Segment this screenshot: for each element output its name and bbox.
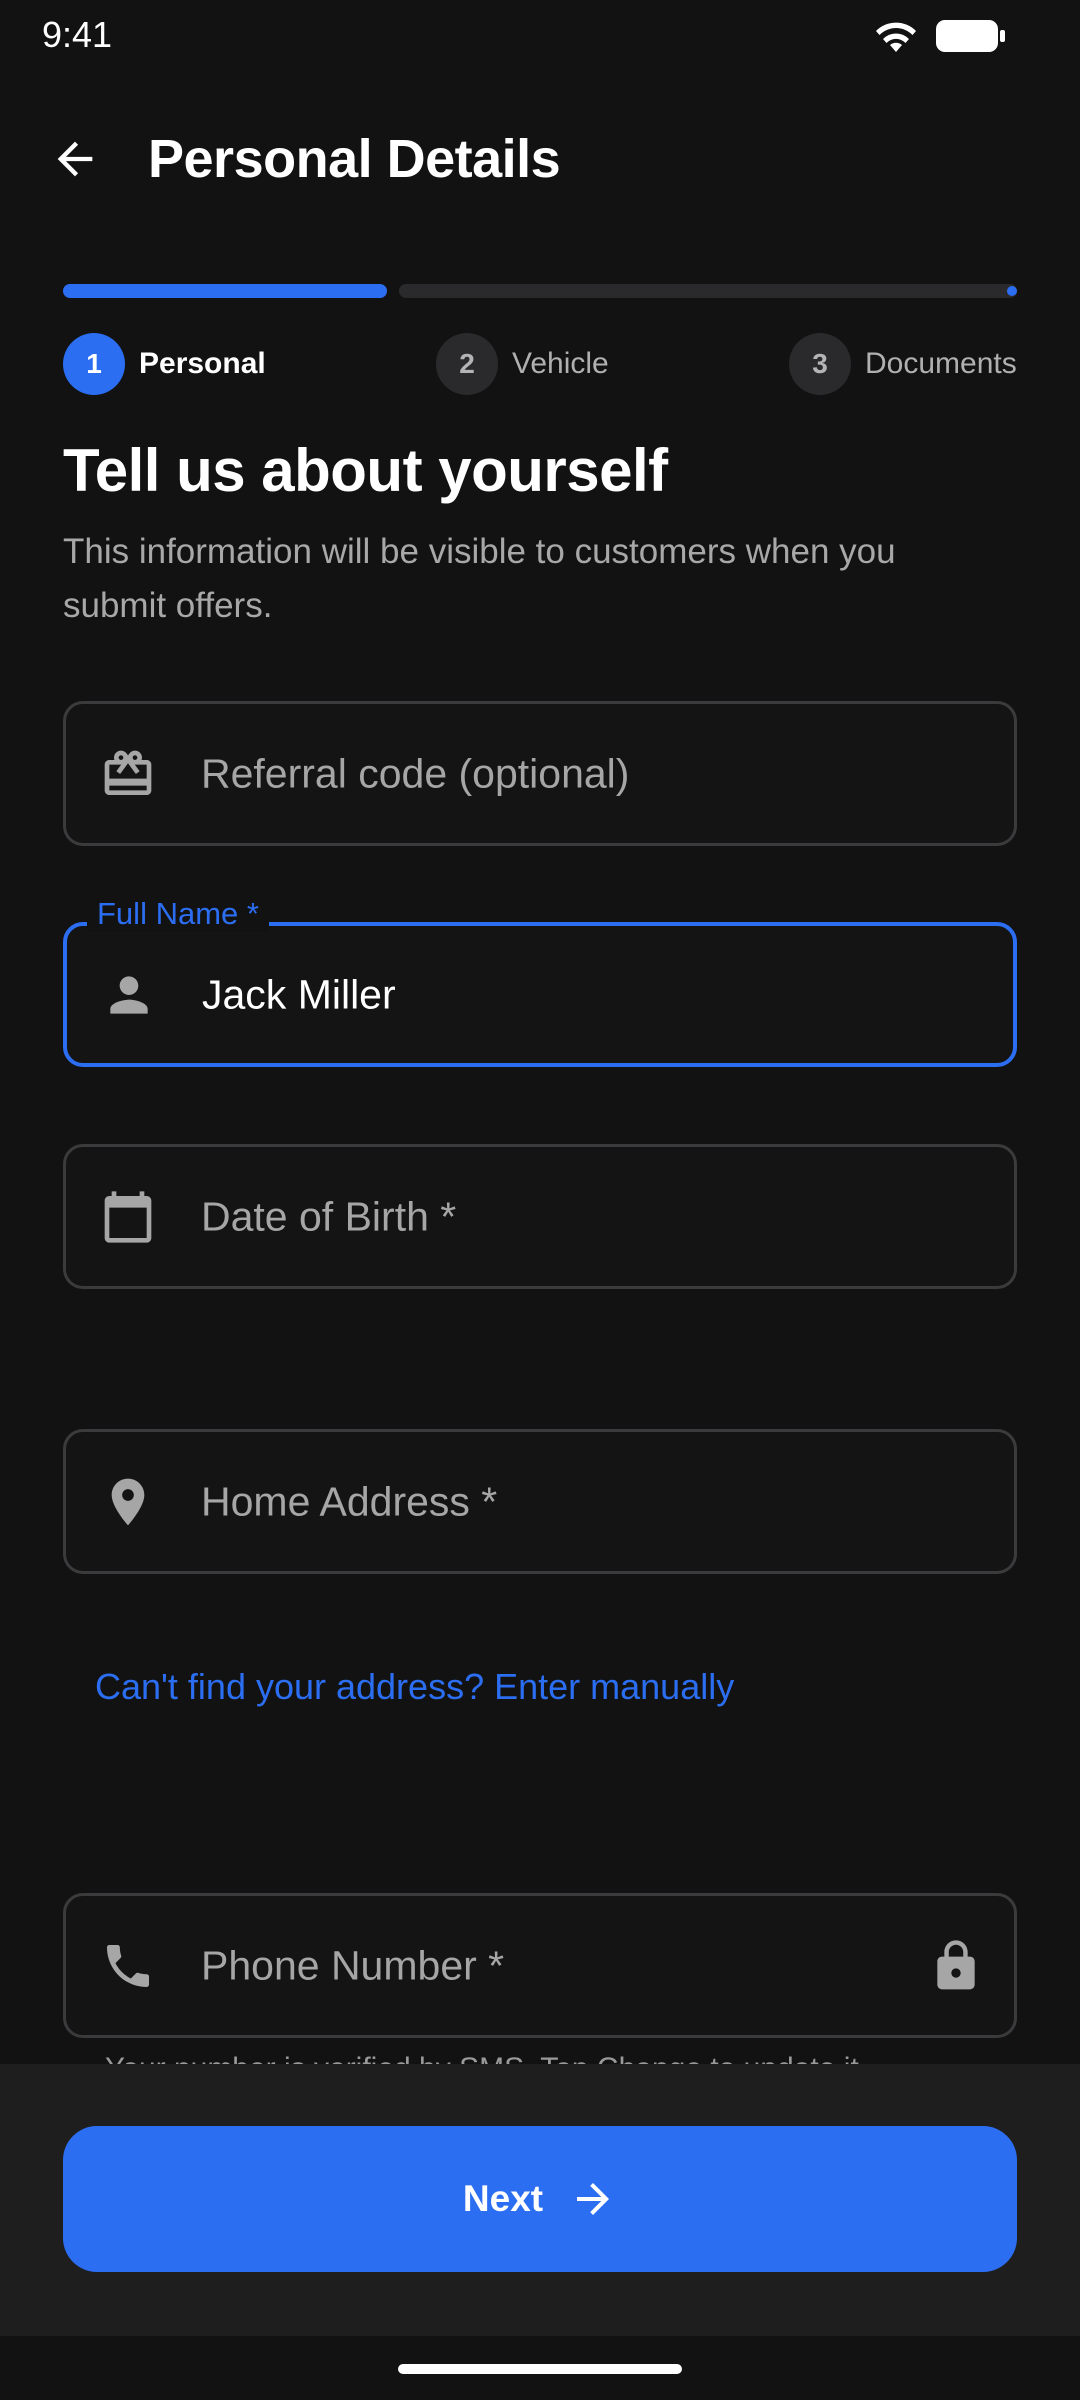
arrow-left-icon bbox=[57, 141, 93, 177]
date-of-birth-field[interactable]: Date of Birth * bbox=[63, 1144, 1017, 1289]
step-number: 2 bbox=[436, 333, 498, 395]
home-address-placeholder: Home Address * bbox=[201, 1478, 498, 1524]
section-description: This information will be visible to cust… bbox=[63, 532, 896, 625]
section-heading: Tell us about yourself bbox=[63, 437, 668, 504]
full-name-input[interactable] bbox=[202, 971, 962, 1018]
progress-fill bbox=[63, 284, 387, 298]
status-time: 9:41 bbox=[42, 14, 113, 55]
progress-end-dot bbox=[1007, 286, 1017, 296]
home-indicator[interactable] bbox=[398, 2364, 682, 2374]
step-documents[interactable]: 3 Documents bbox=[789, 333, 1017, 395]
next-button[interactable]: Next bbox=[63, 2126, 1017, 2272]
date-of-birth-placeholder: Date of Birth * bbox=[201, 1193, 457, 1239]
step-progress-bar bbox=[63, 284, 1017, 298]
phone-icon bbox=[107, 1944, 149, 1987]
step-number: 3 bbox=[789, 333, 851, 395]
status-bar: 9:41 bbox=[0, 0, 1080, 72]
personal-details-screen: 9:41 Personal Details 1 Personal 2 Vehic… bbox=[0, 0, 1080, 2400]
step-number: 1 bbox=[63, 333, 125, 395]
step-label: Vehicle bbox=[512, 347, 609, 380]
lock-icon bbox=[937, 1939, 975, 1989]
person-icon bbox=[110, 975, 148, 1014]
step-label: Documents bbox=[865, 347, 1017, 380]
location-pin-icon bbox=[111, 1478, 145, 1525]
app-bar: Personal Details bbox=[0, 110, 1080, 210]
referral-code-placeholder: Referral code (optional) bbox=[201, 750, 630, 796]
progress-remaining bbox=[399, 284, 1017, 298]
phone-number-field[interactable]: Phone Number * bbox=[63, 1893, 1017, 2038]
referral-code-field[interactable]: Referral code (optional) bbox=[63, 701, 1017, 846]
enter-address-manually-link[interactable]: Can't find your address? Enter manually bbox=[95, 1666, 734, 1708]
calendar-icon bbox=[104, 1190, 152, 1243]
battery-icon bbox=[936, 20, 1005, 52]
full-name-field[interactable]: Full Name * bbox=[63, 896, 1017, 1067]
step-vehicle[interactable]: 2 Vehicle bbox=[436, 333, 609, 395]
full-name-label: Full Name * bbox=[87, 896, 269, 932]
next-button-label: Next bbox=[462, 2178, 544, 2219]
step-label: Personal bbox=[139, 347, 266, 380]
step-personal[interactable]: 1 Personal bbox=[63, 333, 266, 395]
page-title: Personal Details bbox=[148, 129, 561, 189]
phone-number-placeholder: Phone Number * bbox=[201, 1942, 505, 1988]
gift-card-icon bbox=[104, 750, 152, 795]
arrow-right-icon bbox=[577, 2183, 610, 2215]
bottom-action-bar: Next bbox=[0, 2064, 1080, 2336]
back-button[interactable] bbox=[40, 124, 110, 194]
wifi-icon bbox=[876, 22, 916, 52]
home-address-field[interactable]: Home Address * bbox=[63, 1429, 1017, 1574]
